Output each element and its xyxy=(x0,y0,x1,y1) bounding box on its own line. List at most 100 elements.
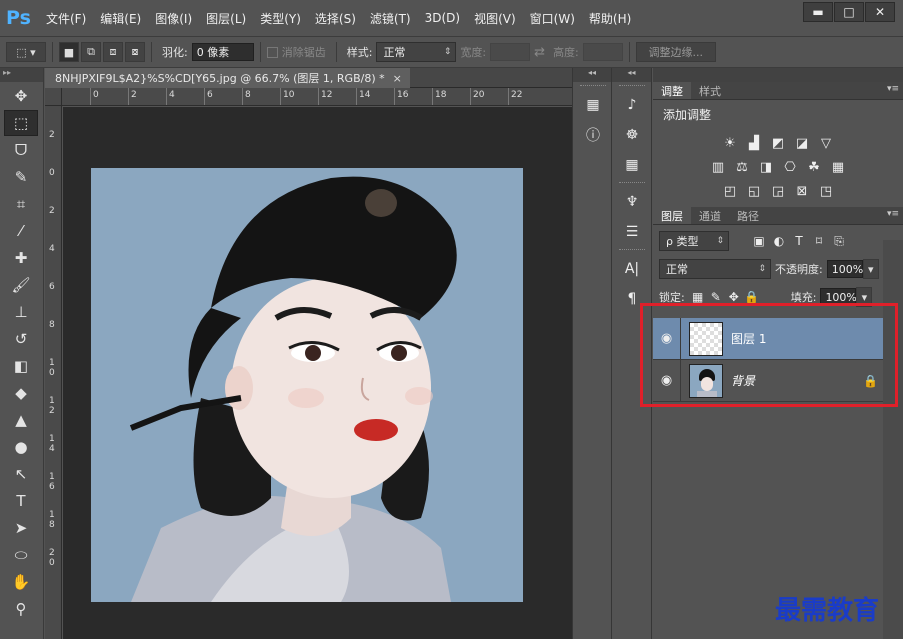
fill-dropdown-icon[interactable]: ▾ xyxy=(856,287,873,307)
height-input[interactable] xyxy=(582,43,623,61)
panel-grip[interactable] xyxy=(580,85,606,88)
vertical-ruler[interactable]: 2 0 2 4 6 8 1 0 1 2 1 4 1 6 1 8 2 0 xyxy=(45,106,62,639)
collapse-icon[interactable]: ◂◂ xyxy=(573,68,611,82)
brush-panel-icon[interactable]: ♆ xyxy=(617,188,647,216)
shape-filter-icon[interactable]: ⌑ xyxy=(809,231,829,251)
layer-name[interactable]: 图层 1 xyxy=(731,330,883,347)
brightness-icon[interactable]: ☀ xyxy=(720,133,740,153)
close-button[interactable]: ✕ xyxy=(865,2,895,22)
tab-adjustments[interactable]: 调整 xyxy=(653,82,691,99)
path-select-tool-icon[interactable]: ➤ xyxy=(4,515,38,541)
pixel-filter-icon[interactable]: ▣ xyxy=(749,231,769,251)
subtract-selection-button[interactable]: ⧈ xyxy=(103,42,123,62)
horizontal-ruler[interactable]: 0 2 4 6 8 10 12 14 16 18 20 22 xyxy=(62,88,572,106)
dodge-tool-icon[interactable]: ● xyxy=(4,434,38,460)
hand-tool-icon[interactable]: ✋ xyxy=(4,569,38,595)
quick-select-tool-icon[interactable]: ✎ xyxy=(4,164,38,190)
tab-styles[interactable]: 样式 xyxy=(691,82,729,99)
lock-transparency-icon[interactable]: ▦ xyxy=(689,288,707,306)
panel-grip[interactable] xyxy=(619,182,645,185)
menu-type[interactable]: 类型(Y) xyxy=(260,10,301,27)
invert-icon[interactable]: ◰ xyxy=(720,181,740,201)
paint-bucket-tool-icon[interactable]: ◆ xyxy=(4,380,38,406)
channel-mixer-icon[interactable]: ☘ xyxy=(804,157,824,177)
layer-name[interactable]: 背景 xyxy=(731,372,863,389)
type-tool-icon[interactable]: T xyxy=(4,488,38,514)
clone-source-icon[interactable]: ☰ xyxy=(617,218,647,246)
color-lookup-icon[interactable]: ▦ xyxy=(828,157,848,177)
refine-edge-button[interactable]: 调整边缘... xyxy=(635,42,716,62)
clone-stamp-tool-icon[interactable]: ⊥ xyxy=(4,299,38,325)
collapse-icon[interactable]: ◂◂ xyxy=(612,68,651,82)
layer-filter-select[interactable]: ρ 类型 ⇕ xyxy=(659,231,729,251)
healing-brush-tool-icon[interactable]: ✚ xyxy=(4,245,38,271)
tool-preset-picker[interactable]: ⬚ ▾ xyxy=(6,42,46,62)
curves-icon[interactable]: ◩ xyxy=(768,133,788,153)
black-white-icon[interactable]: ◨ xyxy=(756,157,776,177)
blend-mode-select[interactable]: 正常 ⇕ xyxy=(659,259,771,279)
crop-tool-icon[interactable]: ⌗ xyxy=(4,191,38,217)
tab-channels[interactable]: 通道 xyxy=(691,207,729,224)
type-filter-icon[interactable]: T xyxy=(789,231,809,251)
character-panel-icon[interactable]: A| xyxy=(617,255,647,283)
menu-edit[interactable]: 编辑(E) xyxy=(100,10,141,27)
add-selection-button[interactable]: ⧉ xyxy=(81,42,101,62)
layers-scrollbar[interactable] xyxy=(883,240,903,639)
move-tool-icon[interactable]: ✥ xyxy=(4,83,38,109)
opacity-dropdown-icon[interactable]: ▾ xyxy=(862,259,879,279)
style-select[interactable]: 正常 ⇕ xyxy=(376,42,457,62)
eye-icon[interactable]: ◉ xyxy=(653,317,681,360)
menu-window[interactable]: 窗口(W) xyxy=(530,10,575,27)
posterize-icon[interactable]: ◱ xyxy=(744,181,764,201)
antialias-checkbox[interactable] xyxy=(266,46,278,58)
opacity-input[interactable]: 100% xyxy=(826,260,863,278)
pen-tool-icon[interactable]: ↖ xyxy=(4,461,38,487)
panel-menu-icon[interactable]: ▾≡ xyxy=(887,209,899,219)
menu-select[interactable]: 选择(S) xyxy=(315,10,356,27)
gradient-map-icon[interactable]: ◳ xyxy=(816,181,836,201)
lock-position-icon[interactable]: ✥ xyxy=(725,288,743,306)
document-tab[interactable]: 8NHJPXIF9L$A2}%S%CD[Y65.jpg @ 66.7% (图层 … xyxy=(45,68,410,88)
panel-collapse-icon[interactable]: ▸▸ xyxy=(0,68,43,82)
layer-row[interactable]: ◉ 图层 1 xyxy=(653,317,883,360)
brush-preset-icon[interactable]: ♪ xyxy=(617,91,647,119)
color-panel-icon[interactable]: ☸ xyxy=(617,121,647,149)
paragraph-panel-icon[interactable]: ¶ xyxy=(617,285,647,313)
vibrance-icon[interactable]: ▥ xyxy=(708,157,728,177)
eye-icon[interactable]: ◉ xyxy=(653,359,681,402)
photo-filter-icon[interactable]: ⎔ xyxy=(780,157,800,177)
marquee-tool-icon[interactable]: ⬚ xyxy=(4,110,38,136)
panel-menu-icon[interactable]: ▾≡ xyxy=(887,84,899,94)
selective-color-icon[interactable]: ⊠ xyxy=(792,181,812,201)
minimize-button[interactable]: ▬ xyxy=(803,2,833,22)
feather-input[interactable]: 0 像素 xyxy=(191,43,254,61)
eyedropper-tool-icon[interactable]: ⁄ xyxy=(4,218,38,244)
swatches-panel-icon[interactable]: ▦ xyxy=(617,151,647,179)
canvas-area[interactable] xyxy=(63,107,572,639)
smart-object-filter-icon[interactable]: ⎘ xyxy=(829,231,849,251)
ellipse-tool-icon[interactable]: ⬭ xyxy=(4,542,38,568)
color-balance-icon[interactable]: ⚖ xyxy=(732,157,752,177)
adjustment-filter-icon[interactable]: ◐ xyxy=(769,231,789,251)
close-document-icon[interactable]: × xyxy=(393,72,402,85)
zoom-tool-icon[interactable]: ⚲ xyxy=(4,596,38,622)
history-brush-tool-icon[interactable]: ↺ xyxy=(4,326,38,352)
levels-icon[interactable]: ▟ xyxy=(744,133,764,153)
threshold-icon[interactable]: ◲ xyxy=(768,181,788,201)
restore-button[interactable]: □ xyxy=(834,2,864,22)
menu-file[interactable]: 文件(F) xyxy=(46,10,86,27)
eraser-tool-icon[interactable]: ◧ xyxy=(4,353,38,379)
menu-help[interactable]: 帮助(H) xyxy=(589,10,631,27)
gradient-triangle-icon[interactable]: ▽ xyxy=(816,133,836,153)
menu-image[interactable]: 图像(I) xyxy=(155,10,192,27)
menu-3d[interactable]: 3D(D) xyxy=(425,11,460,25)
brush-tool-icon[interactable]: 🖌 xyxy=(4,272,38,298)
panel-grip[interactable] xyxy=(619,85,645,88)
info-panel-icon[interactable]: ⓘ xyxy=(578,121,608,149)
history-panel-icon[interactable]: ▦ xyxy=(578,91,608,119)
menu-view[interactable]: 视图(V) xyxy=(474,10,516,27)
panel-grip[interactable] xyxy=(619,249,645,252)
menu-filter[interactable]: 滤镜(T) xyxy=(370,10,411,27)
new-selection-button[interactable]: ■ xyxy=(59,42,79,62)
tab-paths[interactable]: 路径 xyxy=(729,207,767,224)
